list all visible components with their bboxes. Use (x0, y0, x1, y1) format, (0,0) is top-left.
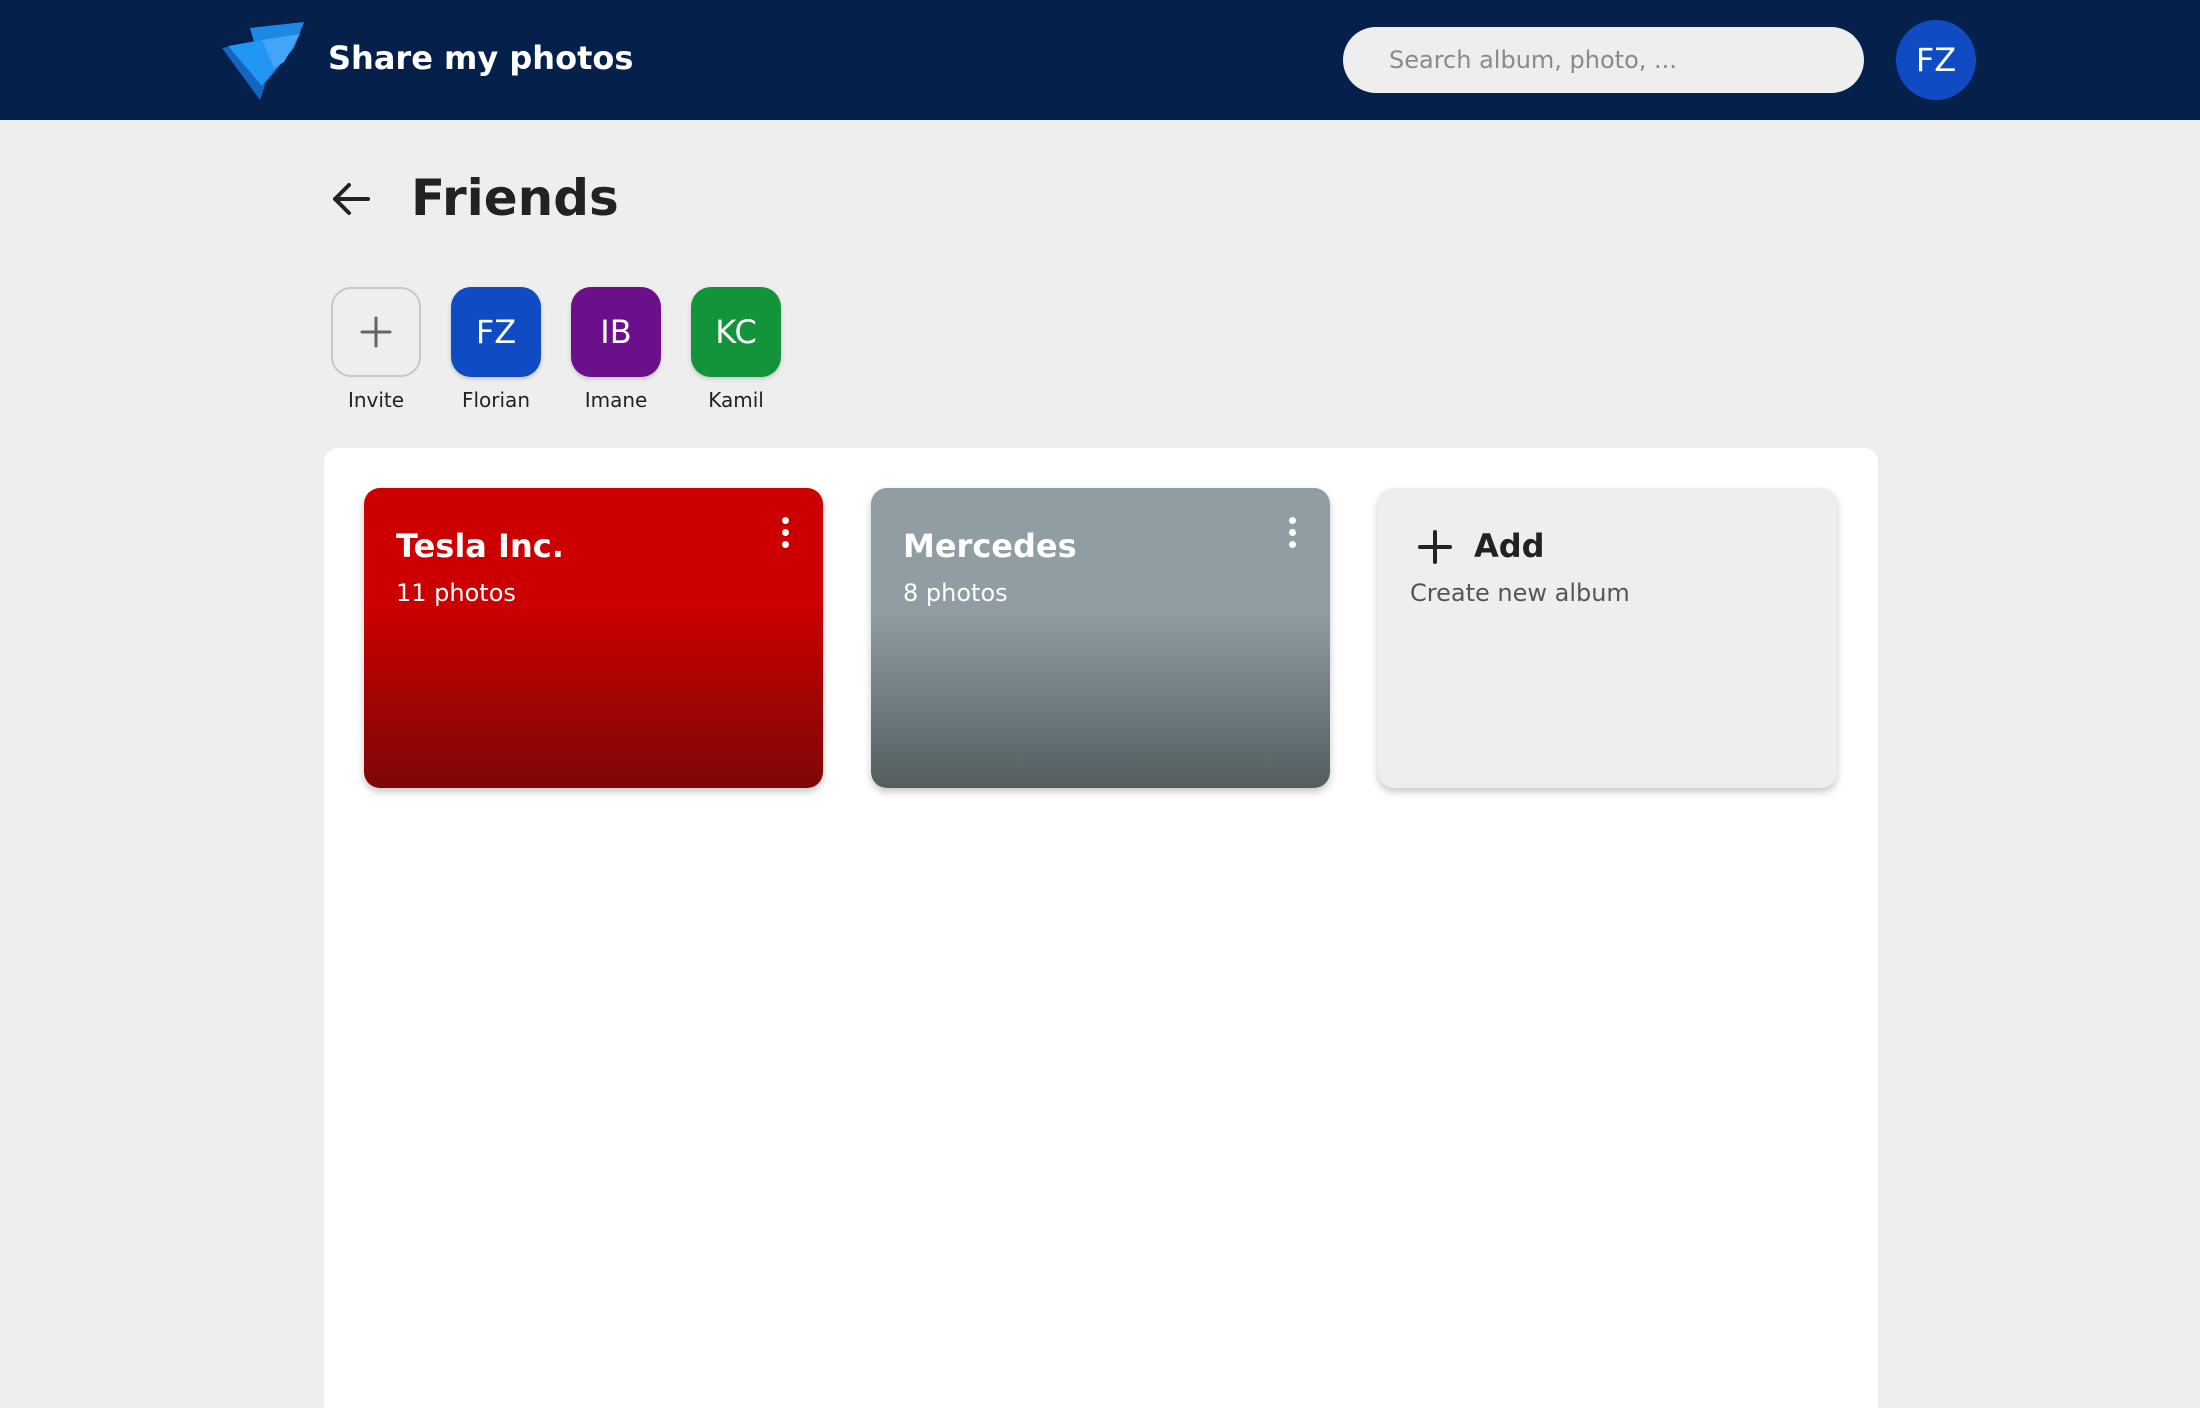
member-name: Kamil (708, 388, 764, 412)
member-avatar[interactable]: IB (571, 287, 661, 377)
top-app-bar: Share my photos FZ (0, 0, 2200, 120)
add-album-subtitle: Create new album (1410, 579, 1630, 607)
more-vertical-icon[interactable] (771, 508, 799, 556)
member-avatar[interactable]: KC (691, 287, 781, 377)
add-album-button[interactable]: Add Create new album (1378, 488, 1837, 788)
search-input[interactable] (1343, 27, 1864, 93)
member-name: Florian (461, 388, 530, 412)
plus-icon (1418, 530, 1452, 564)
add-album-label: Add (1474, 527, 1545, 565)
album-card-tesla[interactable]: Tesla Inc. 11 photos (364, 488, 823, 788)
more-vertical-icon[interactable] (1278, 508, 1306, 556)
app-title: Share my photos (328, 39, 634, 77)
arrow-left-icon (333, 183, 370, 215)
album-photo-count: 11 photos (396, 579, 516, 607)
member-avatar[interactable]: FZ (451, 287, 541, 377)
plus-icon (360, 316, 392, 348)
member-name: Invite (347, 388, 405, 412)
back-button[interactable] (324, 172, 378, 226)
member-kamil[interactable]: KC Kamil (676, 287, 796, 413)
member-name: Imane (584, 388, 648, 412)
member-imane[interactable]: IB Imane (556, 287, 676, 413)
app-logo-icon[interactable] (222, 20, 306, 100)
page-title: Friends (411, 169, 619, 227)
invite-member-button[interactable]: Invite (316, 287, 436, 413)
album-card-mercedes[interactable]: Mercedes 8 photos (871, 488, 1330, 788)
album-photo-count: 8 photos (903, 579, 1008, 607)
invite-tile[interactable] (331, 287, 421, 377)
album-title: Tesla Inc. (396, 527, 564, 565)
album-title: Mercedes (903, 527, 1077, 565)
user-avatar[interactable]: FZ (1896, 20, 1976, 100)
member-florian[interactable]: FZ Florian (436, 287, 556, 413)
